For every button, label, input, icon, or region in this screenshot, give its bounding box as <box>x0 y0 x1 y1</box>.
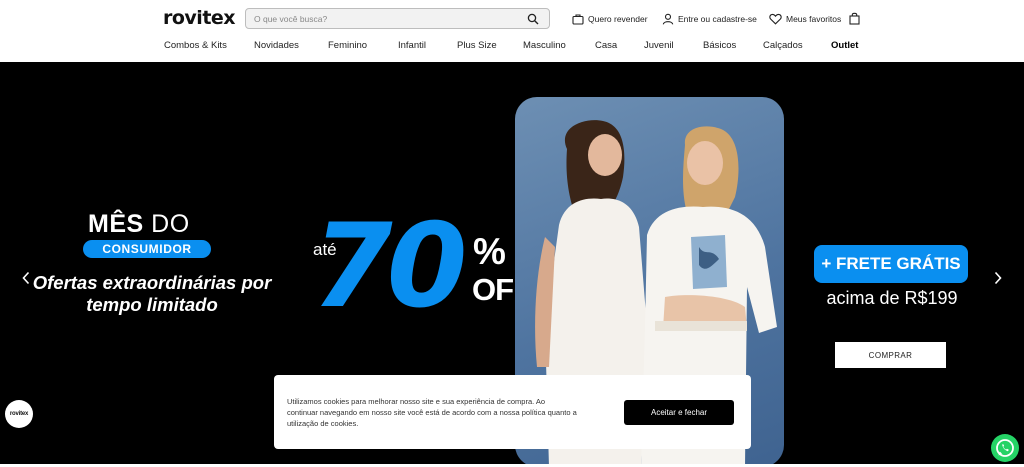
nav-novidades[interactable]: Novidades <box>254 40 299 51</box>
quero-revender-link[interactable]: Quero revender <box>572 11 648 27</box>
search-input[interactable] <box>254 11 514 26</box>
cart-icon[interactable] <box>849 12 860 25</box>
nav-infantil[interactable]: Infantil <box>398 40 426 51</box>
hero-frete-pill: + FRETE GRÁTIS <box>814 245 968 283</box>
favorites-link[interactable]: Meus favoritos <box>769 11 841 27</box>
hero-do: DO <box>151 210 190 238</box>
user-icon <box>662 13 674 25</box>
site-header: rovitex Quero revender Entre ou cadastre… <box>0 0 1024 62</box>
hero-mes: MÊS <box>88 210 144 238</box>
nav-juvenil[interactable]: Juvenil <box>644 40 674 51</box>
search-box[interactable] <box>245 8 550 29</box>
nav-plus-size[interactable]: Plus Size <box>457 40 497 51</box>
accept-cookies-button[interactable]: Aceitar e fechar <box>624 400 734 425</box>
hero-discount-value: 70 <box>312 199 467 334</box>
chevron-left-icon[interactable] <box>20 270 32 286</box>
nav-calcados[interactable]: Calçados <box>763 40 803 51</box>
nav-outlet[interactable]: Outlet <box>831 40 858 51</box>
nav-feminino[interactable]: Feminino <box>328 40 367 51</box>
whatsapp-icon <box>996 439 1014 457</box>
login-label: Entre ou cadastre-se <box>678 14 757 24</box>
login-link[interactable]: Entre ou cadastre-se <box>662 11 757 27</box>
hero-percent-sign: % <box>473 231 506 272</box>
hero-ofertas: Ofertas extraordinárias por tempo limita… <box>32 272 272 315</box>
heart-icon <box>769 13 782 25</box>
favorites-label: Meus favoritos <box>786 14 842 24</box>
nav-masculino[interactable]: Masculino <box>523 40 566 51</box>
chevron-right-icon[interactable] <box>992 270 1004 286</box>
comprar-button[interactable]: COMPRAR <box>835 342 946 368</box>
nav-casa[interactable]: Casa <box>595 40 617 51</box>
hero-acima: acima de R$199 <box>826 288 958 308</box>
whatsapp-button[interactable] <box>991 434 1019 462</box>
main-nav: Combos & Kits Novidades Feminino Infanti… <box>0 40 1024 54</box>
hero-consumidor-pill: CONSUMIDOR <box>83 240 211 258</box>
bag-icon <box>572 14 584 25</box>
cookie-text: Utilizamos cookies para melhorar nosso s… <box>287 397 577 428</box>
nav-basicos[interactable]: Básicos <box>703 40 736 51</box>
floating-logo-badge[interactable]: rovitex <box>5 400 33 428</box>
quero-revender-label: Quero revender <box>588 14 648 24</box>
nav-combos-kits[interactable]: Combos & Kits <box>164 40 227 51</box>
hero-mes-do: MÊS DO <box>88 210 190 239</box>
search-icon[interactable] <box>527 13 539 25</box>
logo[interactable]: rovitex <box>163 7 236 29</box>
